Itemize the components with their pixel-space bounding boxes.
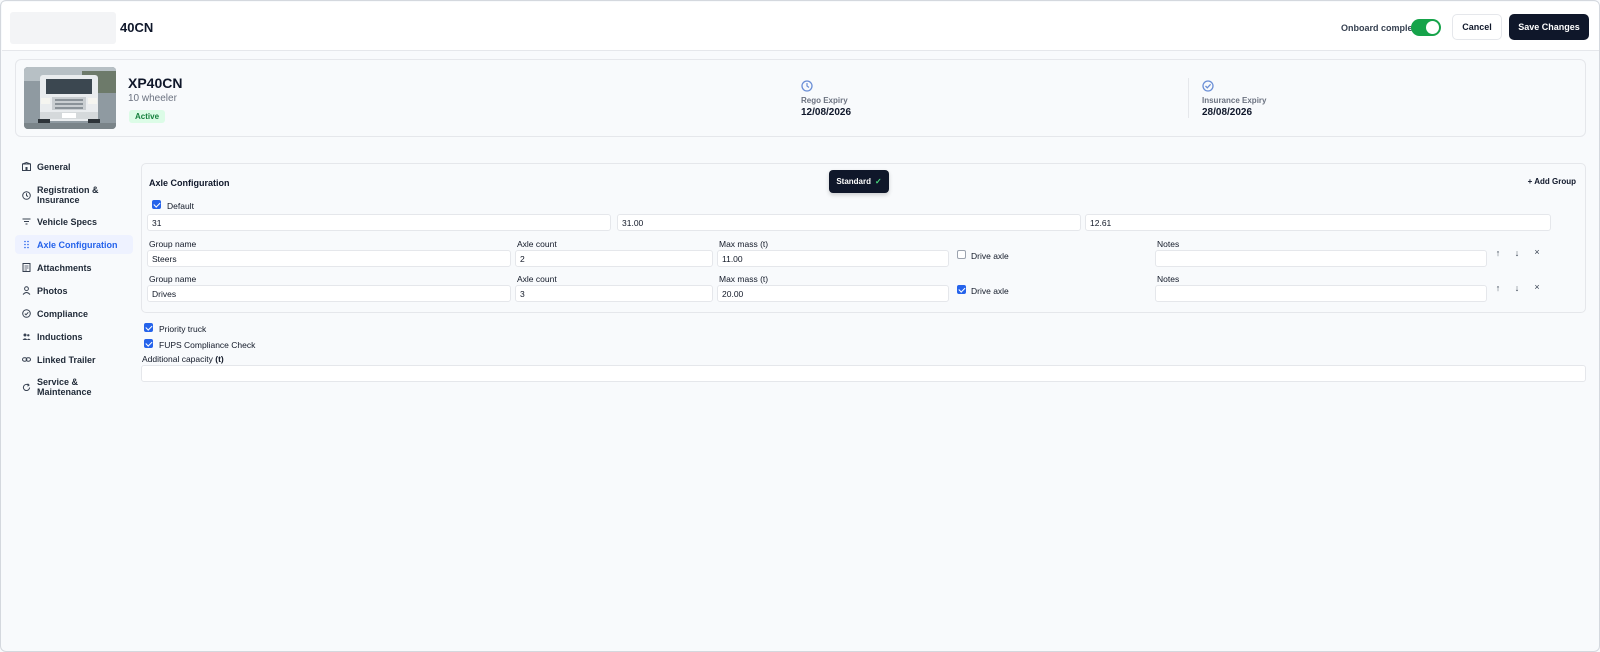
notes-label: Notes [1157,239,1180,249]
page-title: 40CN [120,20,154,35]
group-name-label: Group name [149,239,197,249]
remove-group-icon[interactable]: × [1532,247,1542,257]
sidebar-item-label: Registration & Insurance [37,185,99,205]
panel-title: Axle Configuration [149,178,230,188]
sidebar-item-label: Compliance [37,308,89,319]
building-icon [22,162,31,171]
vehicle-photo [24,67,116,129]
insurance-expiry-date: 28/08/2026 [1202,107,1253,118]
move-up-icon[interactable]: ↑ [1493,248,1503,258]
move-up-icon[interactable]: ↑ [1493,283,1503,293]
clock-icon [801,80,813,92]
sidebar-item-axle-configuration[interactable]: Axle Configuration [15,235,133,254]
notes-label: Notes [1157,274,1180,284]
sidebar-item-linked-trailer[interactable]: Linked Trailer [15,351,133,368]
onboard-toggle[interactable] [1411,19,1441,36]
truck-photo-icon [24,67,116,129]
drive-axle-label: Drive axle [971,286,1009,296]
sidebar-item-inductions[interactable]: Inductions [15,328,133,345]
sidebar-item-label: Service & Maintenance [37,377,92,397]
grip-icon [22,240,31,249]
move-down-icon[interactable]: ↓ [1512,283,1522,293]
axle-count-input[interactable]: 2 [515,250,713,267]
card-divider [1188,78,1189,118]
sidebar-item-registration-insurance[interactable]: Registration & Insurance [15,181,133,209]
additional-capacity-input[interactable] [141,365,1586,382]
priority-truck-checkbox[interactable] [144,323,153,332]
summary-total-axles-field[interactable]: 31 [147,214,611,231]
add-group-button[interactable]: + Add Group [1528,177,1576,186]
sidebar-item-general[interactable]: General [15,158,133,175]
default-label: Default [167,201,194,211]
summary-total-mass-field[interactable]: 31.00 [617,214,1081,231]
rego-expiry-date: 12/08/2026 [801,107,852,118]
person-icon [22,286,31,295]
max-mass-input[interactable]: 20.00 [717,285,949,302]
top-header: 40CN Onboard completed Cancel Save Chang… [2,2,1599,51]
move-down-icon[interactable]: ↓ [1512,248,1522,258]
filter-icon [22,217,31,226]
group-name-input[interactable]: Drives [147,285,511,302]
sidebar-item-label: General [37,161,71,172]
group-name-input[interactable]: Steers [147,250,511,267]
fups-compliance-label: FUPS Compliance Check [159,340,256,350]
status-badge: Active [129,110,166,123]
summary-tare-field[interactable]: 12.61 [1085,214,1551,231]
sidebar-item-label: Vehicle Specs [37,216,98,227]
app-window: 40CN Onboard completed Cancel Save Chang… [0,0,1600,652]
axle-count-input[interactable]: 3 [515,285,713,302]
sidebar-item-attachments[interactable]: Attachments [15,259,133,276]
max-mass-input[interactable]: 11.00 [717,250,949,267]
users-icon [22,332,31,341]
link-icon [22,355,31,364]
additional-capacity-unit: (t) [215,354,224,364]
additional-capacity-text: Additional capacity [142,354,213,364]
shield-check-icon [1202,80,1214,92]
check-icon: ✓ [874,177,882,186]
logo-placeholder [10,12,116,44]
cancel-button[interactable]: Cancel [1452,14,1502,40]
sidebar-item-vehicle-specs[interactable]: Vehicle Specs [15,213,133,230]
vehicle-summary-card: XP40CN 10 wheeler Active Rego Expiry 12/… [15,59,1586,137]
sidebar-item-label: Axle Configuration [37,239,118,250]
document-icon [22,263,31,272]
standard-button[interactable]: Standard ✓ [829,170,889,193]
notes-input[interactable] [1155,250,1487,267]
toggle-knob [1426,21,1439,34]
drive-axle-checkbox[interactable] [957,285,966,294]
insurance-expiry-label: Insurance Expiry [1202,96,1267,105]
save-changes-button[interactable]: Save Changes [1509,14,1589,40]
additional-capacity-label: Additional capacity (t) [142,354,224,364]
sidebar-item-label: Linked Trailer [37,354,96,365]
default-checkbox[interactable] [152,200,161,209]
refresh-icon [22,382,31,392]
sidebar-item-service-maintenance[interactable]: Service & Maintenance [15,373,133,401]
rego-expiry-label: Rego Expiry [801,96,848,105]
check-circle-icon [22,309,31,318]
remove-group-icon[interactable]: × [1532,282,1542,292]
vehicle-type: 10 wheeler [128,93,177,104]
sidebar-item-photos[interactable]: Photos [15,282,133,299]
notes-input[interactable] [1155,285,1487,302]
priority-truck-label: Priority truck [159,324,207,334]
clock-icon [22,190,31,200]
drive-axle-checkbox[interactable] [957,250,966,259]
sidebar-nav: General Registration & Insurance Vehicle… [15,158,133,401]
sidebar-item-label: Inductions [37,331,83,342]
sidebar-item-compliance[interactable]: Compliance [15,305,133,322]
standard-label: Standard [836,177,871,186]
axle-count-label: Axle count [517,239,557,249]
axle-count-label: Axle count [517,274,557,284]
vehicle-name: XP40CN [128,75,183,91]
axle-configuration-panel: Axle Configuration Standard ✓ + Add Grou… [141,163,1586,313]
sidebar-item-label: Attachments [37,262,92,273]
sidebar-item-label: Photos [37,285,68,296]
fups-compliance-checkbox[interactable] [144,339,153,348]
max-mass-label: Max mass (t) [719,274,769,284]
drive-axle-label: Drive axle [971,251,1009,261]
max-mass-label: Max mass (t) [719,239,769,249]
group-name-label: Group name [149,274,197,284]
